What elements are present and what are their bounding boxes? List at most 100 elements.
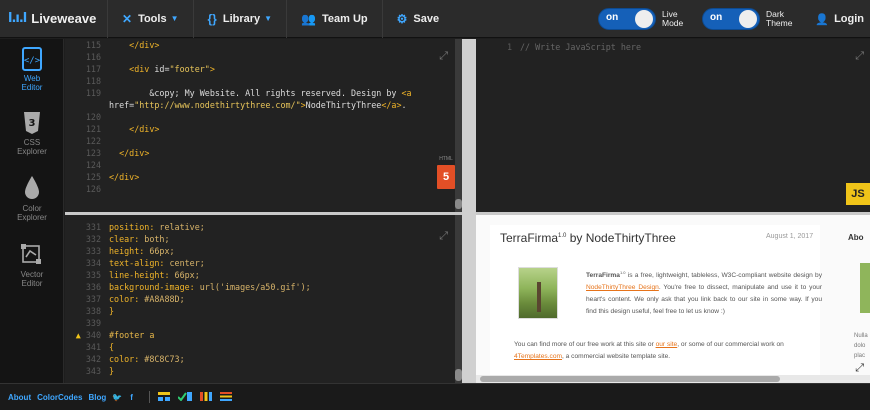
expand-icon[interactable]: ⤢ (439, 49, 448, 63)
blog-link[interactable]: Blog (88, 393, 106, 402)
live-mode-switch[interactable]: on (598, 8, 656, 30)
line-number: 125 (85, 172, 101, 182)
code-line[interactable]: ▲ 340 #footer a (65, 329, 462, 341)
preview-side-text-1: Nulla (854, 333, 868, 339)
code-line[interactable]: 339 (65, 317, 462, 329)
preview-title: TerraFirma1.0 by NodeThirtyThree (500, 231, 676, 245)
library-menu-button[interactable]: {} Library ▼ (194, 0, 288, 38)
line-number: 126 (85, 184, 101, 194)
facebook-icon[interactable]: f (130, 393, 133, 402)
code-line[interactable]: 121 </div> (65, 123, 462, 135)
code-line[interactable]: 334 text-align: center; (65, 257, 462, 269)
html-code-area[interactable]: 115 </div> 116 117 <div id="footer"> 118 119… (65, 39, 462, 195)
line-number: 119 (85, 88, 101, 98)
sidebar-item-web-editor[interactable]: </> Web Editor (0, 47, 64, 92)
preview-link-4templates[interactable]: 4Templates.com (514, 353, 562, 360)
save-button[interactable]: ⚙ Save (383, 0, 453, 38)
dark-theme-switch[interactable]: on (702, 8, 760, 30)
preview-link-nodethirtythree[interactable]: NodeThirtyThree Design (586, 284, 659, 291)
preview-date: August 1, 2017 (766, 233, 814, 240)
preview-link-our-site[interactable]: our site (656, 341, 678, 348)
code-line[interactable]: 123 </div> (65, 147, 462, 159)
columns-icon[interactable] (199, 391, 212, 403)
check-layout-icon[interactable] (177, 391, 192, 403)
preview-text: You can find more of our free work at th… (514, 341, 656, 348)
login-button[interactable]: 👤 Login (815, 0, 864, 38)
top-toolbar: l.ı.l Liveweave ✕ Tools ▼ {} Library ▼ 👥… (0, 0, 870, 38)
expand-icon[interactable]: ⤢ (855, 361, 864, 375)
line-text: href="http://www.nodethirtythree.com/">N… (109, 100, 407, 110)
code-line[interactable]: 117 <div id="footer"> (65, 63, 462, 75)
code-line[interactable]: 337 color: #A8A88D; (65, 293, 462, 305)
line-text: clear: both; (109, 234, 170, 244)
rows-icon[interactable] (219, 391, 232, 403)
line-text: <div id="footer"> (129, 64, 215, 74)
expand-icon[interactable]: ⤢ (855, 49, 864, 63)
line-text: height: 66px; (109, 246, 175, 256)
preview-title-suffix: by NodeThirtyThree (566, 231, 676, 245)
code-line[interactable]: 338} (65, 305, 462, 317)
code-line[interactable]: 116 (65, 51, 462, 63)
code-line[interactable]: 333 height: 66px; (65, 245, 462, 257)
code-line[interactable]: 126 (65, 183, 462, 195)
code-line[interactable]: 124 (65, 159, 462, 171)
svg-text:</>: </> (24, 56, 41, 66)
line-text: } (109, 366, 115, 376)
expand-icon[interactable]: ⤢ (439, 229, 448, 243)
colorcodes-link[interactable]: ColorCodes (37, 393, 82, 402)
chevron-down-icon: ▼ (170, 14, 179, 23)
code-line[interactable]: 343} (65, 365, 462, 377)
vertical-splitter[interactable] (462, 39, 476, 383)
code-line[interactable]: href="http://www.nodethirtythree.com/">N… (65, 99, 462, 111)
line-text: #footer a (109, 330, 155, 340)
code-line[interactable]: 331 position: relative; (65, 221, 462, 233)
layout-icon[interactable] (157, 391, 170, 403)
line-text: color: #A8A88D; (109, 294, 185, 304)
code-line[interactable]: 115 </div> (65, 39, 462, 51)
about-link[interactable]: About (8, 393, 31, 402)
js-code-area[interactable]: 1 // Write JavaScript here (476, 41, 870, 53)
toggle-knob (739, 10, 757, 28)
team-up-button[interactable]: 👥 Team Up (287, 0, 383, 38)
scrollbar-thumb[interactable] (455, 369, 462, 381)
sidebar-item-vector-editor[interactable]: Vector Editor (0, 243, 64, 288)
code-line[interactable]: 125 </div> (65, 171, 462, 183)
save-label: Save (413, 12, 440, 25)
html-editor[interactable]: 115 </div> 116 117 <div id="footer"> 118 119… (65, 39, 462, 212)
css-editor-scrollbar[interactable] (455, 215, 462, 383)
js-editor[interactable]: 1 // Write JavaScript here ⤢ JS (476, 39, 870, 212)
sidebar-item-css-explorer[interactable]: 3 CSS Explorer (0, 111, 64, 156)
html-editor-scrollbar[interactable] (455, 39, 462, 212)
color-explorer-label-1: Color (22, 204, 42, 213)
code-line[interactable]: 1 // Write JavaScript here (476, 41, 870, 53)
line-number: 118 (85, 76, 101, 86)
twitter-icon[interactable]: 🐦 (112, 393, 122, 402)
code-line[interactable]: 119 &copy; My Website. All rights reserv… (65, 87, 462, 99)
code-line[interactable]: 335 line-height: 66px; (65, 269, 462, 281)
code-line[interactable]: 122 (65, 135, 462, 147)
dark-theme-state: on (710, 12, 723, 23)
code-line[interactable]: 120 (65, 111, 462, 123)
html5-icon: 5 (437, 165, 455, 189)
preview-side-image (860, 263, 870, 313)
scrollbar-thumb[interactable] (480, 376, 780, 382)
scrollbar-thumb[interactable] (455, 199, 462, 209)
live-preview[interactable]: TerraFirma1.0 by NodeThirtyThree August … (476, 215, 870, 383)
line-number: 121 (85, 124, 101, 134)
code-line[interactable]: 342 color: #8C8C73; (65, 353, 462, 365)
dark-theme-toggle[interactable]: on Dark Theme (702, 8, 800, 30)
css-code-area[interactable]: 331 position: relative; 332 clear: both; 333… (65, 221, 462, 377)
tools-menu-button[interactable]: ✕ Tools ▼ (108, 0, 194, 38)
code-line[interactable]: 341 { (65, 341, 462, 353)
code-line[interactable]: 118 (65, 75, 462, 87)
preview-strong: TerraFirma (586, 272, 620, 280)
brand[interactable]: l.ı.l Liveweave (0, 0, 108, 38)
code-line[interactable]: 336 background-image: url('images/a50.gif… (65, 281, 462, 293)
svg-text:3: 3 (29, 118, 36, 129)
preview-horizontal-scrollbar[interactable] (476, 375, 870, 383)
code-line[interactable]: 332 clear: both; (65, 233, 462, 245)
line-number: 115 (85, 40, 101, 50)
css-editor[interactable]: 331 position: relative; 332 clear: both; 333… (65, 215, 462, 383)
live-mode-toggle[interactable]: on Live Mode (598, 8, 696, 30)
sidebar-item-color-explorer[interactable]: Color Explorer (0, 175, 64, 222)
